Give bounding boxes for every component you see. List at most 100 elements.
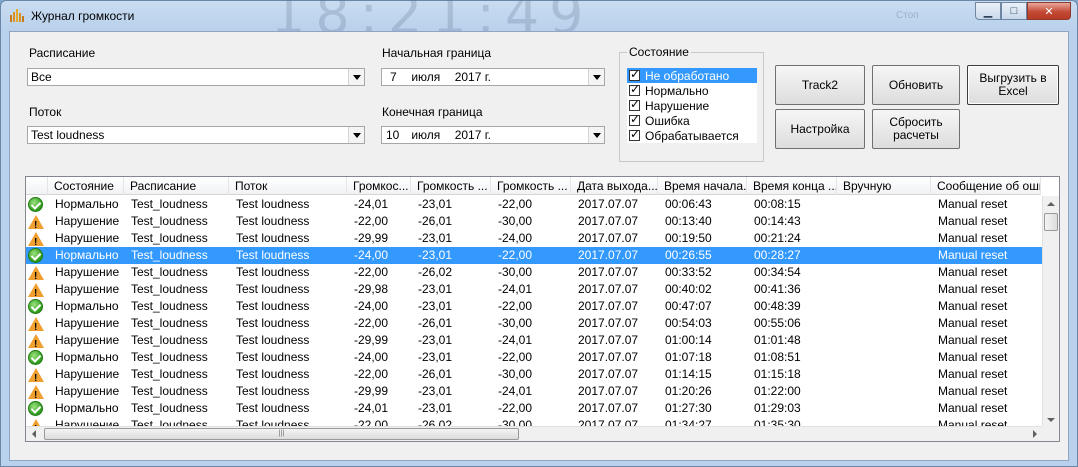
cell-stream: Test loudness (236, 333, 310, 347)
state-item-violation[interactable]: Нарушение (627, 97, 757, 113)
cell-end: 00:28:27 (754, 248, 801, 262)
export-excel-button[interactable]: Выгрузить в Excel (967, 65, 1059, 105)
column-header[interactable]: Поток (229, 177, 347, 195)
loudness-grid[interactable]: Состояние Расписание Поток Громкос... Громко… (25, 176, 1060, 442)
column-header[interactable]: Время конца ... (747, 177, 837, 195)
checkbox[interactable] (629, 127, 640, 141)
horizontal-scroll-thumb[interactable]: ||| (44, 428, 519, 440)
end-month[interactable]: июля (411, 127, 451, 143)
column-header[interactable]: Громкость ... (491, 177, 571, 195)
cell-stream: Test loudness (236, 214, 310, 228)
table-row[interactable]: Нарушение Test_loudness Test loudness -29,9… (26, 332, 1043, 349)
cell-l3: -24,00 (498, 231, 533, 245)
scroll-left-button[interactable] (26, 427, 42, 441)
state-item-label: Не обработано (645, 68, 730, 83)
minimize-button[interactable]: ▁ (975, 2, 1001, 20)
table-row[interactable]: Нормально Test_loudness Test loudness -24,0… (26, 196, 1043, 213)
cell-end: 01:15:18 (754, 367, 801, 381)
track2-button[interactable]: Track2 (775, 65, 865, 105)
cell-msg: Manual reset (938, 282, 1008, 296)
warning-triangle-icon (28, 282, 44, 298)
table-row[interactable]: Нарушение Test_loudness Test loudness -22,0… (26, 315, 1043, 332)
end-year[interactable]: 2017 г. (455, 127, 491, 143)
schedule-combo[interactable]: Все (27, 68, 365, 86)
cell-schedule: Test_loudness (131, 265, 208, 279)
cell-stream: Test loudness (236, 367, 310, 381)
state-item-error[interactable]: Ошибка (627, 112, 757, 128)
grid-body[interactable]: Нормально Test_loudness Test loudness -24,0… (26, 196, 1043, 428)
checkbox[interactable] (629, 82, 640, 96)
cell-l2: -23,01 (418, 333, 453, 347)
table-row[interactable]: Нарушение Test_loudness Test loudness -29,9… (26, 230, 1043, 247)
cell-date: 2017.07.07 (578, 299, 639, 313)
warning-triangle-icon (28, 367, 44, 383)
state-item-normal[interactable]: Нормально (627, 82, 757, 98)
end-date-dropdown-button[interactable] (588, 127, 604, 143)
vertical-scroll-thumb[interactable] (1044, 213, 1058, 231)
column-header[interactable]: Время начала... (658, 177, 747, 195)
column-header[interactable]: Громкос... (347, 177, 411, 195)
column-header[interactable]: Громкость ... (411, 177, 491, 195)
cell-l1: -29,99 (354, 384, 389, 398)
cell-manual (837, 366, 931, 383)
horizontal-scrollbar[interactable]: ||| (26, 426, 1043, 441)
checkbox[interactable] (629, 97, 640, 111)
start-date-dropdown-button[interactable] (588, 69, 604, 85)
end-day[interactable]: 10 (386, 127, 408, 143)
refresh-button[interactable]: Обновить (872, 65, 960, 105)
state-item-label: Нормально (645, 83, 709, 98)
close-button[interactable]: ✕ (1027, 2, 1071, 20)
cell-l2: -23,01 (418, 299, 453, 313)
cell-schedule: Test_loudness (131, 231, 208, 245)
table-row[interactable]: Нормально Test_loudness Test loudness -24,0… (26, 247, 1043, 264)
state-groupbox: Состояние Не обработано Нормально Наруше… (619, 45, 764, 162)
cell-end: 00:14:43 (754, 214, 801, 228)
column-header[interactable]: Состояние (48, 177, 124, 195)
warning-triangle-icon (28, 265, 44, 281)
start-date-picker[interactable]: 7 июля 2017 г. (381, 68, 605, 86)
column-header[interactable]: Вручную (837, 177, 931, 195)
header-corner (26, 177, 48, 195)
column-header[interactable]: Расписание (124, 177, 229, 195)
arrow-right-icon (1033, 430, 1037, 438)
cell-l1: -24,01 (354, 197, 389, 211)
schedule-value: Все (31, 70, 52, 84)
stream-dropdown-button[interactable] (348, 127, 364, 143)
scroll-up-button[interactable] (1043, 196, 1059, 212)
vertical-scrollbar[interactable] (1042, 196, 1059, 428)
cell-stream: Test loudness (236, 299, 310, 313)
table-row[interactable]: Нарушение Test_loudness Test loudness -22,0… (26, 213, 1043, 230)
checkbox[interactable] (629, 112, 640, 126)
title-bar[interactable]: 18:21:49 Стоп Журнал громкости ▁ □ ✕ (1, 0, 1077, 46)
column-header[interactable]: Дата выхода... (571, 177, 658, 195)
end-date-picker[interactable]: 10 июля 2017 г. (381, 126, 605, 144)
chevron-down-icon (352, 74, 361, 80)
table-row[interactable]: Нарушение Test_loudness Test loudness -22,0… (26, 264, 1043, 281)
table-row[interactable]: Нормально Test_loudness Test loudness -24,0… (26, 298, 1043, 315)
stream-combo[interactable]: Test loudness (27, 126, 365, 144)
maximize-button[interactable]: □ (1001, 2, 1027, 20)
scroll-right-button[interactable] (1027, 427, 1043, 441)
state-item-processing[interactable]: Обрабатывается (627, 127, 757, 143)
table-row[interactable]: Нарушение Test_loudness Test loudness -29,9… (26, 281, 1043, 298)
checkbox[interactable] (629, 67, 640, 81)
reset-calculations-button[interactable]: Сбросить расчеты (872, 109, 960, 149)
table-row[interactable]: Нормально Test_loudness Test loudness -24,0… (26, 400, 1043, 417)
start-year[interactable]: 2017 г. (455, 69, 491, 85)
check-circle-icon (28, 401, 43, 416)
schedule-dropdown-button[interactable] (348, 69, 364, 85)
check-circle-icon (28, 299, 43, 314)
start-month[interactable]: июля (411, 69, 451, 85)
table-row[interactable]: Нарушение Test_loudness Test loudness -22,0… (26, 366, 1043, 383)
table-row[interactable]: Нарушение Test_loudness Test loudness -29,9… (26, 383, 1043, 400)
settings-button[interactable]: Настройка (775, 109, 865, 149)
table-row[interactable]: Нормально Test_loudness Test loudness -24,0… (26, 349, 1043, 366)
column-header[interactable]: Сообщение об оши (931, 177, 1041, 195)
state-item-unprocessed[interactable]: Не обработано (627, 67, 757, 83)
state-checklist[interactable]: Не обработано Нормально Нарушение Ошибка… (627, 67, 757, 143)
start-day[interactable]: 7 (390, 69, 408, 85)
cell-state: Нарушение (55, 367, 120, 381)
row-status-cell (26, 400, 48, 417)
maximize-icon: □ (1010, 5, 1018, 17)
minimize-icon: ▁ (983, 5, 993, 18)
